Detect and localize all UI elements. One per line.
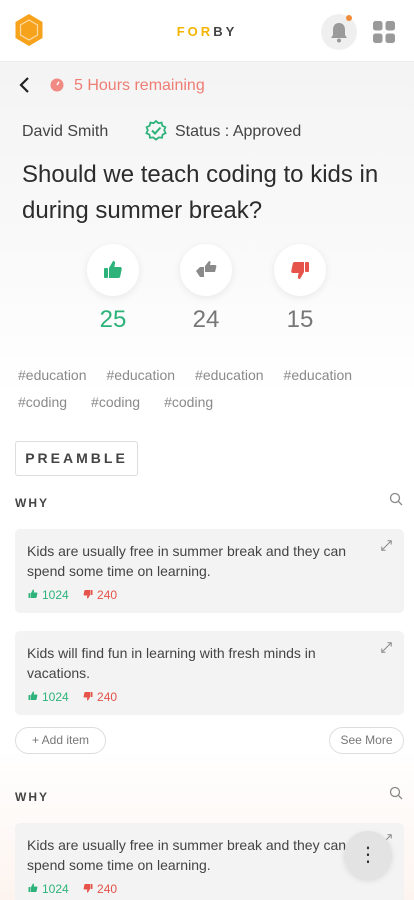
notification-dot	[346, 15, 352, 21]
upvote-count: 1024	[42, 588, 69, 602]
vote-down: 15	[273, 244, 327, 334]
notifications-button[interactable]	[321, 14, 357, 50]
expand-icon[interactable]	[381, 642, 392, 653]
upvote-count: 1024	[42, 690, 69, 704]
vote-down-count: 15	[286, 306, 314, 333]
tag[interactable]: #coding	[18, 394, 67, 410]
downvote-stat[interactable]: 240	[82, 690, 117, 704]
downvote-stat[interactable]: 240	[82, 588, 117, 602]
brand-name-part2: BY	[213, 24, 238, 39]
thumbs-down-icon	[83, 590, 93, 599]
vote-neutral: 24	[179, 244, 233, 334]
downvote-stat[interactable]: 240	[82, 882, 117, 896]
thumbs-sideways-icon	[196, 261, 217, 277]
downvote-count: 240	[97, 882, 118, 896]
more-options-button[interactable]: ⋮	[344, 831, 392, 879]
tag[interactable]: #coding	[91, 394, 140, 410]
argument-stats: 1024 240	[27, 882, 117, 896]
section-title: WHY	[15, 496, 49, 510]
add-item-button[interactable]: + Add item	[15, 727, 106, 754]
tag-list: #education #education #education #education…	[18, 367, 408, 421]
search-icon[interactable]	[389, 786, 403, 800]
see-more-button[interactable]: See More	[329, 727, 404, 754]
vote-down-button[interactable]	[274, 244, 326, 296]
tag[interactable]: #education	[284, 367, 353, 383]
brand-name-part1: FOR	[176, 24, 214, 39]
argument-text: Kids will find fun in learning with fres…	[27, 645, 316, 681]
tag[interactable]: #education	[18, 367, 87, 383]
argument-text: Kids are usually free in summer break an…	[27, 543, 347, 579]
thumbs-down-icon	[83, 692, 93, 701]
upvote-stat[interactable]: 1024	[27, 588, 69, 602]
search-icon[interactable]	[389, 492, 403, 506]
downvote-count: 240	[97, 690, 118, 704]
apps-grid-icon[interactable]	[373, 21, 395, 43]
thumbs-down-icon	[83, 884, 93, 893]
back-arrow-icon[interactable]	[18, 76, 34, 94]
preamble-button[interactable]: PREAMBLE	[15, 441, 138, 476]
argument-stats: 1024 240	[27, 588, 117, 602]
argument-card[interactable]: Kids will find fun in learning with fres…	[15, 631, 404, 715]
tag[interactable]: #education	[107, 367, 176, 383]
tag[interactable]: #coding	[164, 394, 213, 410]
vote-up-count: 25	[99, 306, 127, 333]
argument-stats: 1024 240	[27, 690, 117, 704]
thumbs-down-icon	[291, 262, 309, 279]
approval-status: Status : Approved	[175, 123, 302, 140]
tag-row: #education #education #education #education	[18, 367, 408, 394]
thumbs-up-icon	[104, 261, 122, 278]
argument-text: Kids are usually free in summer break an…	[27, 837, 347, 873]
tag[interactable]: #education	[195, 367, 264, 383]
expand-icon[interactable]	[381, 540, 392, 551]
author-name[interactable]: David Smith	[22, 123, 108, 141]
thumbs-up-icon	[28, 691, 38, 700]
time-remaining: 5 Hours remaining	[74, 77, 205, 94]
argument-card[interactable]: Kids are usually free in summer break an…	[15, 529, 404, 613]
vote-up: 25	[86, 244, 140, 334]
tag-row: #coding #coding #coding	[18, 394, 408, 421]
poll-detail: 5 Hours remaining David Smith Status : A…	[0, 62, 414, 900]
upvote-stat[interactable]: 1024	[27, 690, 69, 704]
upvote-count: 1024	[42, 882, 69, 896]
upvote-stat[interactable]: 1024	[27, 882, 69, 896]
approved-badge-icon	[145, 120, 167, 141]
section-title: WHY	[15, 790, 49, 804]
vote-neutral-button[interactable]	[180, 244, 232, 296]
downvote-count: 240	[97, 588, 118, 602]
timer-icon	[50, 78, 64, 92]
thumbs-up-icon	[28, 589, 38, 598]
vote-up-button[interactable]	[87, 244, 139, 296]
vote-neutral-count: 24	[192, 306, 220, 333]
poll-question: Should we teach coding to kids in during…	[22, 161, 379, 224]
top-bar: FORBY	[0, 0, 414, 62]
thumbs-up-icon	[28, 883, 38, 892]
